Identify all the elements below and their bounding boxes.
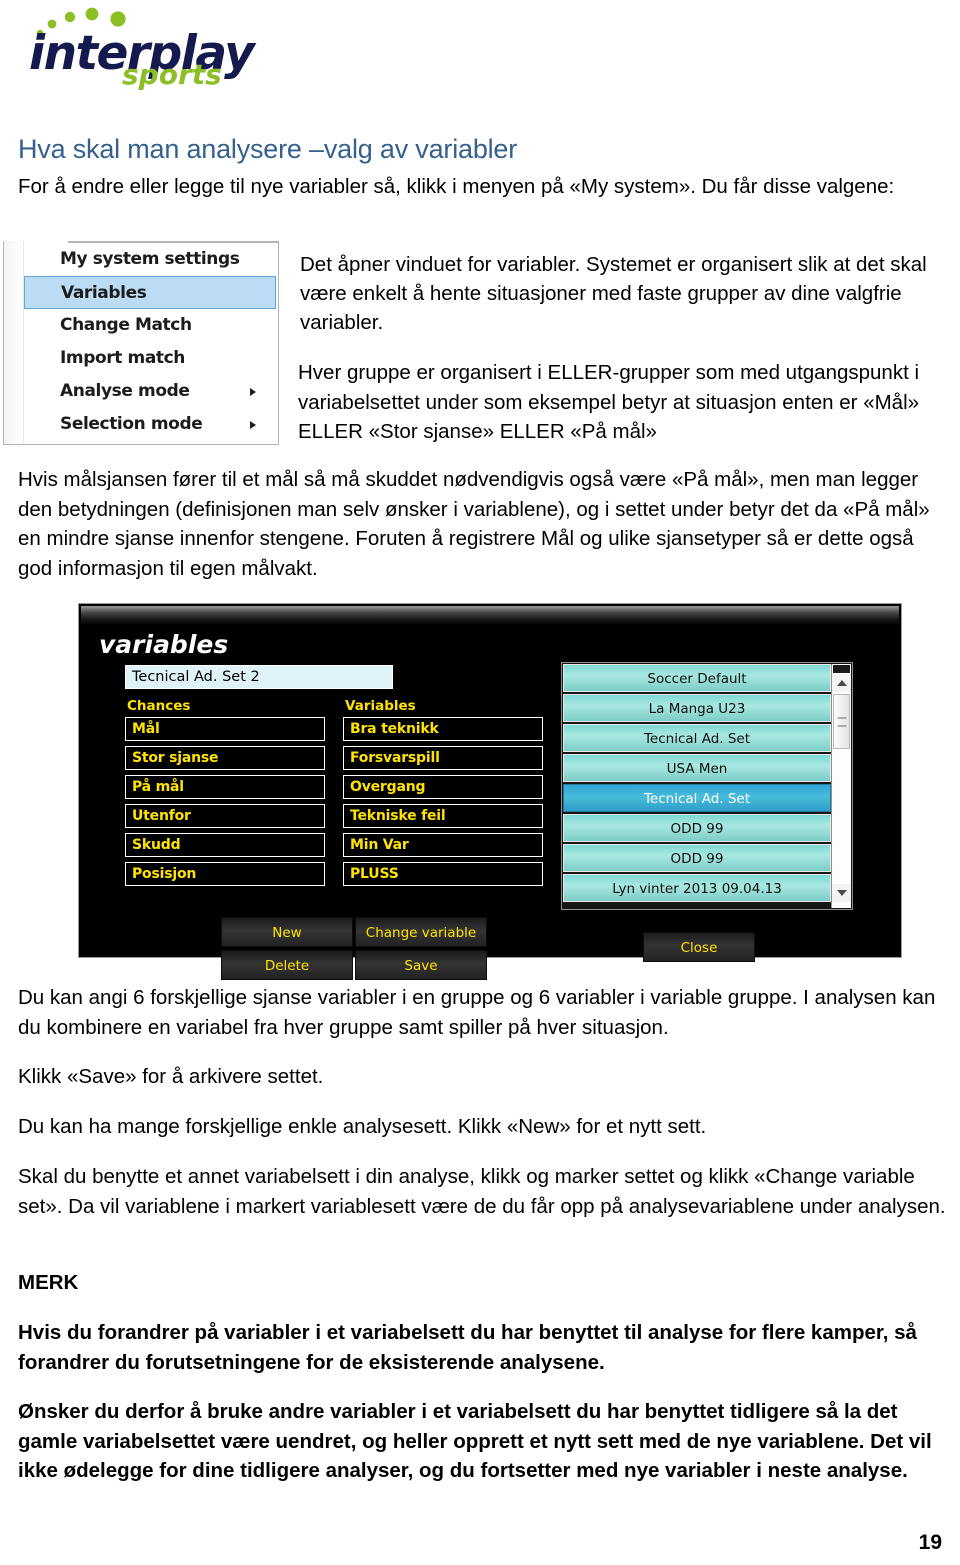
variable-set-name-input[interactable]: Tecnical Ad. Set 2: [125, 665, 393, 689]
chances-column: Mål Stor sjanse På mål Utenfor Skudd Pos…: [125, 717, 325, 891]
paragraph-merk-1: Hvis du forandrer på variabler i et vari…: [18, 1321, 917, 1374]
paragraph-skal-du-benytte: Skal du benytte et annet variabelsett i …: [18, 1165, 946, 1218]
list-item[interactable]: Lyn vinter 2013 09.04.13: [563, 874, 831, 902]
variable-input[interactable]: PLUSS: [343, 862, 543, 886]
chances-column-header: Chances: [127, 698, 191, 714]
chance-input[interactable]: På mål: [125, 775, 325, 799]
menu-item-import-match[interactable]: Import match: [24, 342, 278, 375]
scroll-up-arrow-icon[interactable]: [832, 674, 851, 692]
list-item[interactable]: ODD 99: [563, 844, 831, 872]
save-button[interactable]: Save: [355, 950, 487, 980]
list-item[interactable]: Tecnical Ad. Set: [563, 724, 831, 752]
scrollbar-thumb[interactable]: [833, 694, 850, 749]
paragraph-eller-groups: Hver gruppe er organisert i ELLER-gruppe…: [298, 361, 920, 443]
list-item-selected[interactable]: Tecnical Ad. Set: [563, 784, 831, 812]
variable-input[interactable]: Overgang: [343, 775, 543, 799]
menu-icon-gutter: [4, 241, 24, 444]
delete-button[interactable]: Delete: [221, 950, 353, 980]
change-variable-set-button[interactable]: Change variable set: [355, 917, 487, 971]
menu-item-label: Analyse mode: [60, 381, 190, 401]
menu-item-label: Selection mode: [60, 414, 203, 434]
chance-input[interactable]: Stor sjanse: [125, 746, 325, 770]
chevron-right-icon: [250, 387, 256, 396]
paragraph-du-kan-angi: Du kan angi 6 forskjellige sjanse variab…: [18, 986, 936, 1039]
page-number: 19: [918, 1531, 942, 1554]
paragraph-malsjansen: Hvis målsjansen fører til et mål så må s…: [18, 468, 930, 580]
menu-list: My system settings Variables Change Matc…: [24, 243, 278, 444]
menu-item-variables[interactable]: Variables: [24, 276, 276, 309]
dialog-body: variables Tecnical Ad. Set 2 Chances Var…: [81, 624, 899, 980]
list-item[interactable]: ODD 99: [563, 814, 831, 842]
chance-input[interactable]: Skudd: [125, 833, 325, 857]
scroll-down-arrow-icon[interactable]: [832, 884, 851, 902]
dialog-title: variables: [99, 630, 229, 659]
list-item[interactable]: USA Men: [563, 754, 831, 782]
intro-paragraph: For å endre eller legge til nye variable…: [18, 175, 895, 198]
list-item[interactable]: La Manga U23: [563, 694, 831, 722]
menu-item-label: Variables: [61, 283, 147, 303]
paragraph-window-description: Det åpner vinduet for variabler. Systeme…: [300, 253, 927, 334]
paragraph-merk-2: Ønsker du derfor å bruke andre variabler…: [18, 1400, 932, 1482]
scrollbar-cap: [833, 665, 850, 673]
menu-item-label: My system settings: [60, 249, 240, 269]
variable-input[interactable]: Forsvarspill: [343, 746, 543, 770]
menu-item-analyse-mode[interactable]: Analyse mode: [24, 375, 278, 408]
new-button[interactable]: New: [221, 917, 353, 947]
variables-column: Bra teknikk Forsvarspill Overgang Teknis…: [343, 717, 543, 891]
variable-input[interactable]: Min Var: [343, 833, 543, 857]
paragraph-mange-analysesett: Du kan ha mange forskjellige enkle analy…: [18, 1115, 707, 1138]
paragraph-klikk-save: Klikk «Save» for å arkivere settet.: [18, 1065, 324, 1088]
variable-input[interactable]: Bra teknikk: [343, 717, 543, 741]
variable-set-list[interactable]: Soccer Default La Manga U23 Tecnical Ad.…: [563, 664, 831, 908]
variable-set-list-panel: Soccer Default La Manga U23 Tecnical Ad.…: [561, 662, 853, 910]
list-item[interactable]: Soccer Default: [563, 664, 831, 692]
my-system-menu-screenshot: My system settings Variables Change Matc…: [3, 241, 279, 445]
menu-item-label: Change Match: [60, 315, 192, 335]
chance-input[interactable]: Posisjon: [125, 862, 325, 886]
variables-dialog-screenshot: variables Tecnical Ad. Set 2 Chances Var…: [78, 603, 902, 980]
close-button[interactable]: Close: [643, 932, 755, 962]
menu-item-label: Import match: [60, 348, 186, 368]
chance-input[interactable]: Utenfor: [125, 804, 325, 828]
chance-input[interactable]: Mål: [125, 717, 325, 741]
menu-item-change-match[interactable]: Change Match: [24, 309, 278, 342]
variables-column-header: Variables: [345, 698, 416, 714]
list-scrollbar[interactable]: [831, 664, 851, 908]
chevron-right-icon: [250, 420, 256, 429]
menu-item-my-system-settings[interactable]: My system settings: [24, 243, 278, 276]
menu-item-selection-mode[interactable]: Selection mode: [24, 408, 278, 441]
dialog-titlebar: [81, 606, 899, 624]
brand-logo: interplay sports: [22, 6, 262, 98]
page-title: Hva skal man analysere –valg av variable…: [18, 134, 518, 164]
logo-subword: sports: [122, 58, 222, 91]
merk-label: MERK: [18, 1271, 79, 1294]
variable-input[interactable]: Tekniske feil: [343, 804, 543, 828]
